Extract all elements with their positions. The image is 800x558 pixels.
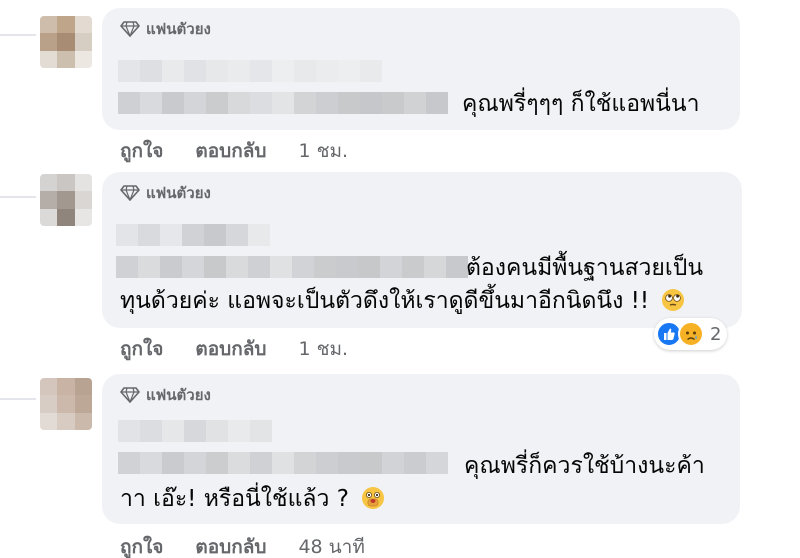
- timestamp[interactable]: 1 ชม.: [298, 136, 348, 166]
- comment-text-censored: [118, 452, 448, 474]
- diamond-icon: [120, 21, 140, 37]
- commenter-name-censored: [118, 420, 272, 442]
- badge-label: แฟนตัวยง: [146, 386, 211, 404]
- commenter-name-censored: [118, 60, 382, 82]
- reaction-summary[interactable]: 2: [654, 318, 728, 350]
- timestamp[interactable]: 48 นาที: [298, 532, 364, 558]
- avatar[interactable]: [40, 378, 92, 430]
- top-fan-badge: แฟนตัวยง: [120, 384, 211, 406]
- like-button[interactable]: ถูกใจ: [120, 334, 163, 364]
- reaction-count: 2: [710, 323, 722, 345]
- badge-label: แฟนตัวยง: [146, 20, 211, 38]
- comment-text: าา เอ๊ะ! หรือนี่ใช้แล้ว ?: [120, 484, 385, 514]
- comment-text: ทุนด้วยค่ะ แอพจะเป็นตัวดึงให้เราดูดีขึ้น…: [120, 286, 685, 316]
- badge-label: แฟนตัวยง: [146, 184, 211, 202]
- top-fan-badge: แฟนตัวยง: [120, 18, 211, 40]
- comment-actions: ถูกใจ ตอบกลับ 1 ชม.: [120, 136, 348, 166]
- thread-connector: [0, 196, 36, 198]
- like-button[interactable]: ถูกใจ: [120, 532, 163, 558]
- comment-text: คุณพรี่ก็ควรใช้บ้างนะค้า: [464, 453, 705, 479]
- sad-reaction-icon: [678, 321, 704, 347]
- comment-actions: ถูกใจ ตอบกลับ 48 นาที: [120, 532, 365, 558]
- like-button[interactable]: ถูกใจ: [120, 136, 163, 166]
- comment-text-censored: [118, 92, 448, 114]
- commenter-name-censored: [116, 224, 270, 246]
- timestamp[interactable]: 1 ชม.: [298, 334, 348, 364]
- reply-button[interactable]: ตอบกลับ: [195, 136, 266, 166]
- comment-text-line-2: ทุนด้วยค่ะ แอพจะเป็นตัวดึงให้เราดูดีขึ้น…: [120, 288, 650, 314]
- avatar[interactable]: [40, 174, 92, 226]
- comment-text: คุณพรี่ๆๆๆ ก็ใช้แอพนี่นา: [462, 91, 700, 117]
- thread-connector: [0, 34, 36, 36]
- diamond-icon: [120, 185, 140, 201]
- comment-actions: ถูกใจ ตอบกลับ 1 ชม.: [120, 334, 348, 364]
- top-fan-badge: แฟนตัวยง: [120, 182, 211, 204]
- comment-bubble: แฟนตัวยง คุณพรี่ๆๆๆ ก็ใช้แอพนี่นา: [102, 8, 740, 130]
- face-with-hand-over-mouth-emoji: [362, 487, 385, 509]
- rolling-eyes-emoji: [662, 289, 685, 311]
- reply-button[interactable]: ตอบกลับ: [195, 532, 266, 558]
- diamond-icon: [120, 387, 140, 403]
- avatar[interactable]: [40, 16, 92, 68]
- comment-text-line-2: าา เอ๊ะ! หรือนี่ใช้แล้ว ?: [120, 486, 349, 512]
- reply-button[interactable]: ตอบกลับ: [195, 334, 266, 364]
- comment-bubble: แฟนตัวยง ต้องคนมีพื้นฐานสวยเป็น ทุนด้วยค…: [102, 172, 742, 328]
- comment-text-censored: [116, 256, 468, 278]
- comment-text: ต้องคนมีพื้นฐานสวยเป็น: [466, 255, 704, 281]
- comment-bubble: แฟนตัวยง คุณพรี่ก็ควรใช้บ้างนะค้า าา เอ๊…: [102, 374, 740, 524]
- thread-connector: [0, 398, 36, 400]
